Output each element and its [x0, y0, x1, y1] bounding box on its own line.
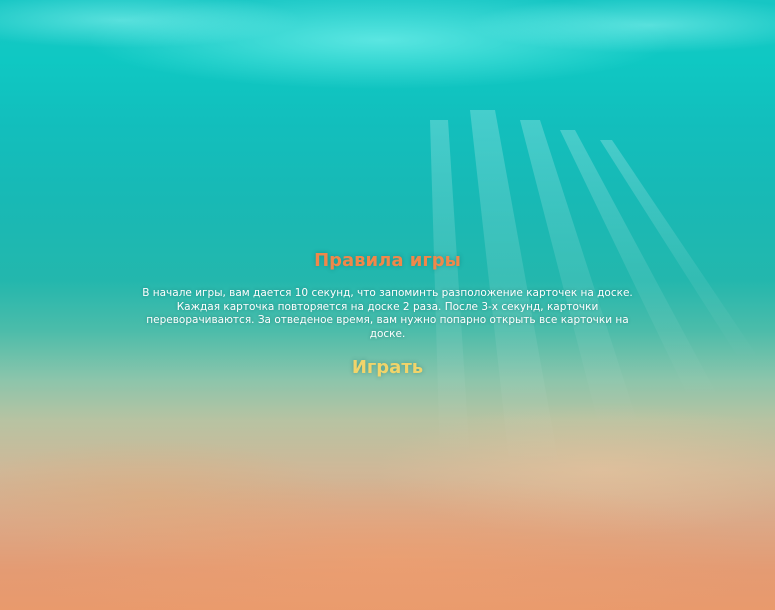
- rules-description: В начале игры, вам дается 10 секунд, что…: [142, 287, 633, 340]
- play-button[interactable]: Играть: [352, 357, 423, 378]
- rules-panel: Правила игры В начале игры, вам дается 1…: [0, 250, 775, 378]
- rules-title: Правила игры: [314, 250, 461, 271]
